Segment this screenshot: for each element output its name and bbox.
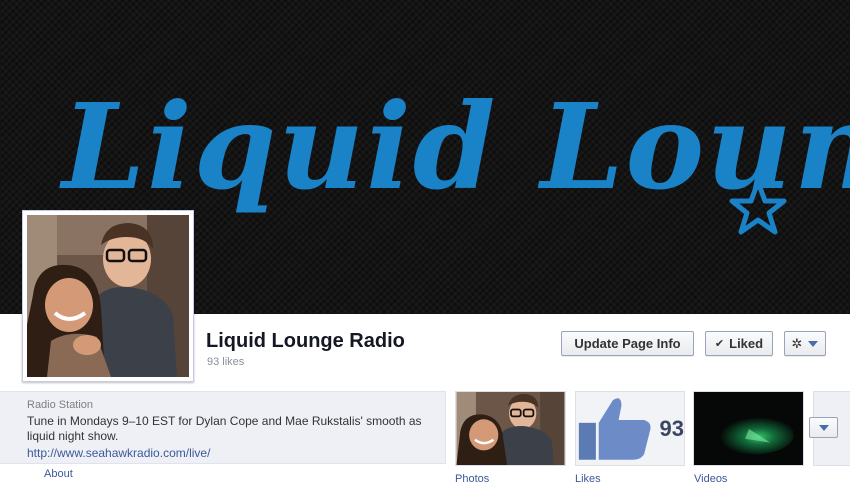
about-link[interactable]: About bbox=[44, 468, 73, 480]
profile-photo-image bbox=[27, 215, 189, 377]
thumbs-up-icon bbox=[578, 398, 651, 460]
likes-count[interactable]: 93 likes bbox=[207, 356, 244, 368]
videos-label[interactable]: Videos bbox=[694, 473, 727, 485]
photos-label[interactable]: Photos bbox=[455, 473, 489, 485]
page-title: Liquid Lounge Radio bbox=[206, 330, 405, 352]
gear-icon: ✲ bbox=[791, 335, 803, 351]
more-apps-button[interactable] bbox=[809, 417, 838, 438]
page-category[interactable]: Radio Station bbox=[27, 399, 93, 411]
likes-tile[interactable]: 93 bbox=[575, 391, 685, 466]
chevron-down-icon bbox=[818, 424, 829, 431]
videos-thumbnail-image bbox=[694, 392, 803, 465]
cover-logo-title: Liquid Lounge bbox=[59, 77, 850, 216]
likes-label[interactable]: Likes bbox=[575, 473, 601, 485]
videos-tile[interactable] bbox=[693, 391, 804, 466]
update-page-info-label: Update Page Info bbox=[574, 336, 681, 351]
settings-dropdown-button[interactable]: ✲ bbox=[784, 331, 826, 356]
check-icon: ✔ bbox=[714, 338, 725, 350]
about-box: Radio Station Tune in Mondays 9–10 EST f… bbox=[0, 391, 446, 464]
chevron-down-icon bbox=[808, 340, 819, 347]
page-description: Tune in Mondays 9–10 EST for Dylan Cope … bbox=[27, 414, 422, 443]
update-page-info-button[interactable]: Update Page Info bbox=[561, 331, 694, 356]
website-link[interactable]: http://www.seahawkradio.com/live/ bbox=[27, 446, 210, 460]
photos-thumbnail-image bbox=[456, 392, 565, 465]
photos-tile[interactable] bbox=[455, 391, 566, 466]
liked-label: Liked bbox=[729, 336, 764, 351]
profile-picture[interactable] bbox=[22, 210, 194, 382]
likes-tile-count: 93 bbox=[659, 415, 684, 441]
liked-button[interactable]: ✔ Liked bbox=[705, 331, 773, 356]
